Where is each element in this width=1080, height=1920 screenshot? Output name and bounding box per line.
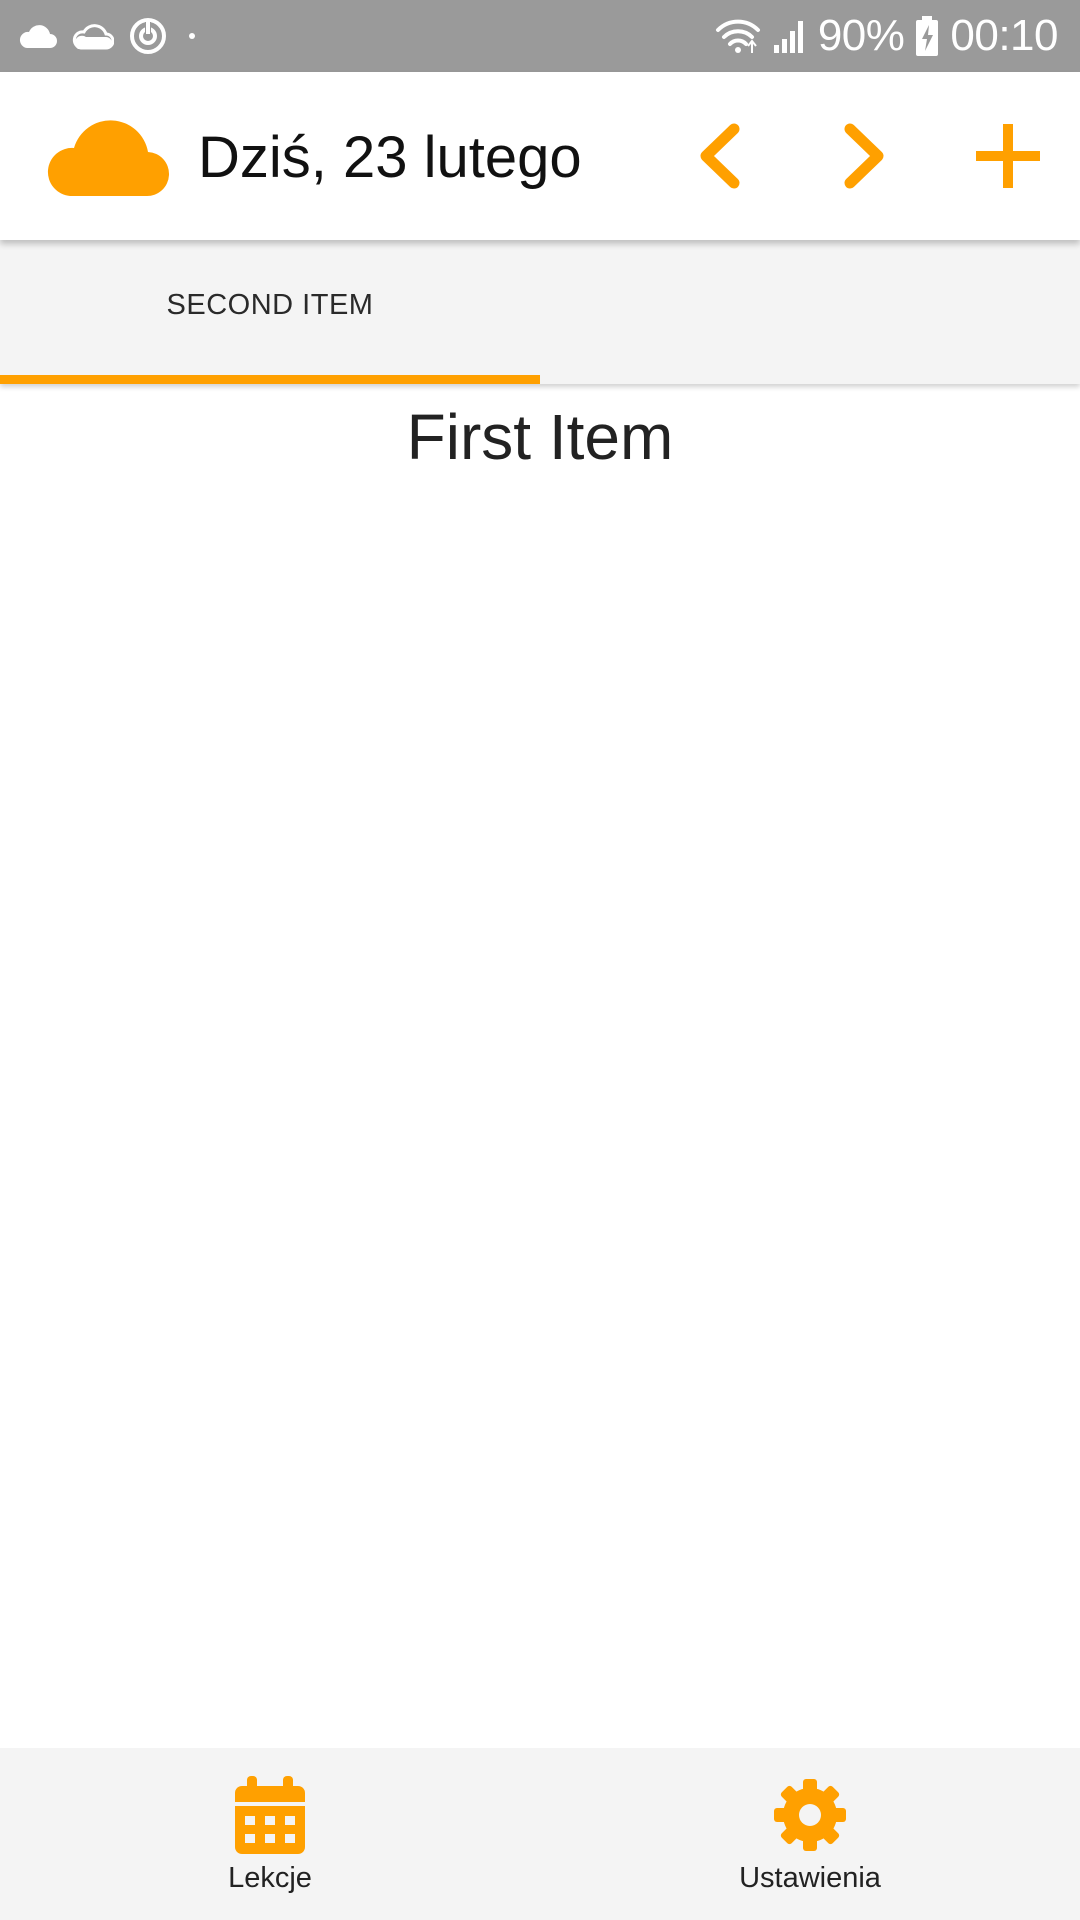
tab-label: SECOND ITEM (166, 288, 374, 321)
tab-second-item[interactable]: SECOND ITEM (0, 240, 540, 384)
battery-percent: 90% (817, 11, 905, 60)
status-notifications (18, 0, 202, 72)
dot-icon (189, 33, 195, 39)
bottom-nav: Lekcje Ustawienia (0, 1748, 1080, 1920)
add-button[interactable] (968, 116, 1048, 196)
screen: 90% 00:10 Dziś, 23 lutego SECOND ITEM Fi… (0, 0, 1080, 1920)
cloud-icon (19, 25, 57, 48)
status-time: 00:10 (950, 11, 1058, 60)
status-bar: 90% 00:10 (0, 0, 1080, 72)
battery-charging-icon (916, 16, 939, 56)
content-title: First Item (406, 401, 674, 473)
nav-label-lekcje: Lekcje (228, 1862, 312, 1894)
tab-bar: SECOND ITEM (0, 240, 1080, 384)
plus-icon (976, 124, 1040, 188)
tab-indicator (0, 375, 540, 384)
cloud-logo-icon (47, 120, 170, 197)
app-bar: Dziś, 23 lutego (0, 72, 1080, 240)
status-system: 90% 00:10 (714, 0, 1058, 72)
sync-icon (130, 18, 166, 54)
signal-icon (773, 21, 803, 53)
gear-icon (774, 1779, 846, 1851)
nav-label-ustawienia: Ustawienia (739, 1862, 881, 1894)
onedrive-icon (72, 24, 114, 50)
chevron-left-icon (700, 123, 740, 189)
wifi-icon (715, 19, 760, 53)
previous-day-button[interactable] (680, 116, 760, 196)
next-day-button[interactable] (824, 116, 904, 196)
chevron-right-icon (844, 123, 884, 189)
nav-item-lekcje[interactable]: Lekcje (0, 1748, 540, 1920)
page-title: Dziś, 23 lutego (198, 125, 582, 190)
calendar-icon (235, 1776, 305, 1854)
nav-item-ustawienia[interactable]: Ustawienia (540, 1748, 1080, 1920)
